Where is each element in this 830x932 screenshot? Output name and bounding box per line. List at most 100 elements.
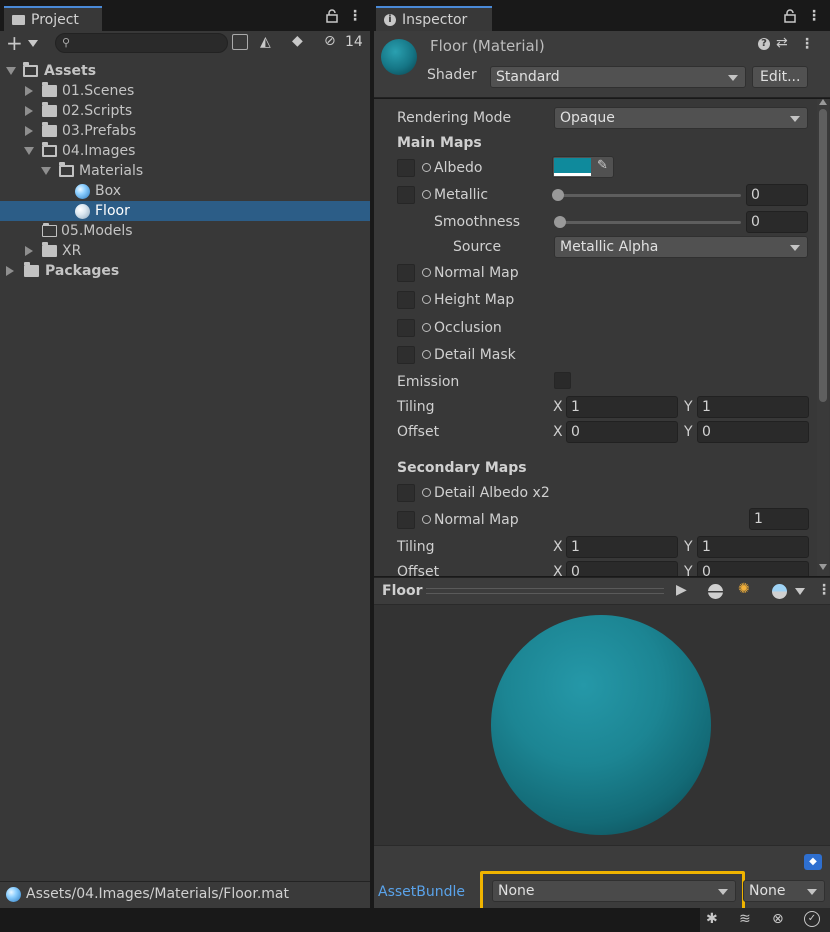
tab-inspector[interactable]: i Inspector [376, 6, 492, 31]
metallic-input[interactable]: 0 [746, 184, 808, 206]
shapes-filter-icon[interactable]: ◭ [260, 34, 271, 50]
tiling2-x-input[interactable]: 1 [566, 536, 678, 558]
eyedropper-icon[interactable]: ✎ [597, 158, 608, 173]
tiling2-y-value: 1 [702, 539, 711, 555]
chevron-down-icon[interactable] [795, 588, 805, 595]
preview-background-icon[interactable] [772, 584, 787, 599]
tree-item-xr[interactable]: XR [0, 241, 370, 261]
play-icon[interactable]: ▶ [676, 582, 687, 598]
tree-item-scripts[interactable]: 02.Scripts [0, 101, 370, 121]
rendering-mode-dropdown[interactable]: Opaque [554, 107, 808, 129]
shader-label: Shader [427, 67, 477, 83]
metallic-texture-slot[interactable] [397, 186, 415, 204]
label-tag-icon[interactable]: ◆ [804, 854, 822, 870]
expand-arrow-icon[interactable] [41, 167, 51, 175]
expand-arrow-icon[interactable] [6, 266, 14, 276]
help-icon[interactable]: ? [758, 38, 770, 50]
network-disabled-icon[interactable]: ⊗ [772, 911, 784, 927]
sphere-preview-icon[interactable] [708, 584, 723, 599]
occlusion-label: Occlusion [422, 320, 502, 336]
assetbundle-name-dropdown[interactable]: None [492, 880, 736, 902]
albedo-color-field[interactable]: ✎ [552, 156, 614, 178]
smoothness-slider[interactable] [558, 221, 741, 224]
tree-item-packages[interactable]: Packages [0, 261, 370, 281]
source-dropdown[interactable]: Metallic Alpha [554, 236, 808, 258]
scrollbar[interactable] [817, 99, 829, 576]
kebab-menu-icon[interactable]: ⋮ [817, 582, 830, 598]
folder-icon [42, 102, 57, 117]
occlusion-texture-slot[interactable] [397, 319, 415, 337]
height-map-texture-slot[interactable] [397, 291, 415, 309]
tiling2-y-input[interactable]: 1 [697, 536, 809, 558]
offset2-y-value: 0 [702, 564, 711, 576]
hidden-packages-icon[interactable]: ⊘ [324, 33, 336, 49]
expand-arrow-icon[interactable] [25, 86, 33, 96]
tab-project[interactable]: Project [4, 6, 102, 31]
detail-normal-scale-value: 1 [754, 511, 763, 527]
offset-y-input[interactable]: 0 [697, 421, 809, 443]
assetbundle-variant-dropdown[interactable]: None [743, 880, 825, 902]
project-tree: Assets 01.Scenes 02.Scripts 03.Prefabs 0… [0, 56, 370, 881]
tree-item-label: 02.Scripts [62, 103, 133, 119]
tree-item-box[interactable]: Box [0, 181, 370, 201]
offset2-x-label: X [553, 564, 563, 576]
expand-arrow-icon[interactable] [25, 246, 33, 256]
tree-item-prefabs[interactable]: 03.Prefabs [0, 121, 370, 141]
tree-item-assets[interactable]: Assets [0, 61, 370, 81]
metallic-slider-knob[interactable] [552, 189, 564, 201]
expand-arrow-icon[interactable] [25, 106, 33, 116]
tree-item-label: 03.Prefabs [62, 123, 137, 139]
bug-icon[interactable]: ✱ [706, 911, 718, 927]
edit-shader-button[interactable]: Edit... [752, 66, 808, 88]
chevron-down-icon[interactable] [28, 40, 38, 47]
tiling-y-input[interactable]: 1 [697, 396, 809, 418]
offset2-x-input[interactable]: 0 [566, 561, 678, 576]
detail-normal-scale-input[interactable]: 1 [749, 508, 809, 530]
tree-item-scenes[interactable]: 01.Scenes [0, 81, 370, 101]
tag-filter-icon[interactable]: ◆ [292, 33, 303, 49]
tree-item-materials[interactable]: Materials [0, 161, 370, 181]
search-by-type-icon[interactable] [232, 34, 248, 50]
detail-normal-map-texture-slot[interactable] [397, 511, 415, 529]
smoothness-input[interactable]: 0 [746, 211, 808, 233]
cache-server-icon[interactable]: ≋ [739, 911, 751, 927]
shader-dropdown[interactable]: Standard [490, 66, 746, 88]
add-button[interactable]: + [6, 31, 23, 55]
search-icon: ⚲ [62, 36, 71, 49]
texture-icon [422, 515, 431, 524]
detail-albedo-texture-slot[interactable] [397, 484, 415, 502]
kebab-menu-icon[interactable]: ⋮ [348, 8, 362, 24]
kebab-menu-icon[interactable]: ⋮ [800, 36, 814, 52]
expand-arrow-icon[interactable] [6, 67, 16, 75]
inspector-header: Floor (Material) ? ⇄ ⋮ Shader Standard E… [374, 31, 830, 98]
expand-arrow-icon[interactable] [24, 147, 34, 155]
source-value: Metallic Alpha [560, 239, 659, 255]
detail-mask-texture-slot[interactable] [397, 346, 415, 364]
normal-map-texture-slot[interactable] [397, 264, 415, 282]
metallic-slider[interactable] [556, 194, 741, 197]
kebab-menu-icon[interactable]: ⋮ [807, 8, 821, 24]
detail-albedo-label-text: Detail Albedo x2 [434, 485, 550, 501]
albedo-texture-slot[interactable] [397, 159, 415, 177]
preset-icon[interactable]: ⇄ [776, 35, 788, 51]
material-preview-sphere[interactable] [491, 615, 711, 835]
emission-checkbox[interactable] [554, 372, 571, 389]
offset2-y-input[interactable]: 0 [697, 561, 809, 576]
scrollbar-thumb[interactable] [819, 109, 827, 402]
tiling-x-input[interactable]: 1 [566, 396, 678, 418]
checkmark-icon[interactable]: ✓ [804, 911, 820, 927]
preview-resize-handle[interactable] [426, 588, 664, 594]
light-icon[interactable]: ✺ [738, 581, 750, 597]
expand-arrow-icon[interactable] [25, 126, 33, 136]
offset-x-input[interactable]: 0 [566, 421, 678, 443]
tree-item-models[interactable]: 05.Models [0, 221, 370, 241]
search-input[interactable]: ⚲ [55, 33, 228, 53]
offset-x-label: X [553, 424, 563, 440]
lock-icon[interactable] [326, 9, 338, 27]
tree-item-images[interactable]: 04.Images [0, 141, 370, 161]
lock-icon[interactable] [784, 9, 796, 27]
scroll-down-arrow[interactable] [819, 564, 827, 570]
smoothness-slider-knob[interactable] [554, 216, 566, 228]
scroll-up-arrow[interactable] [819, 99, 827, 105]
tree-item-floor[interactable]: Floor [0, 201, 370, 221]
